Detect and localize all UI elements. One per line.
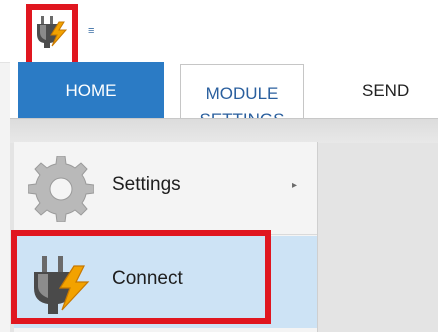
plug-lightning-icon [37, 16, 68, 48]
menu-list: Settings ▸ Connect [14, 142, 318, 332]
menu-item-settings[interactable]: Settings ▸ [14, 142, 317, 234]
menu-item-connect-label: Connect [112, 268, 183, 289]
plug-lightning-icon [34, 256, 90, 314]
application-menu: Settings ▸ Connect [10, 118, 438, 332]
tab-home[interactable]: HOME [18, 62, 164, 118]
tab-module-label: MODULE [205, 84, 279, 103]
quick-access-toolbar: ≡ [0, 0, 438, 63]
menu-divider [14, 234, 317, 235]
menu-item-settings-label: Settings [112, 174, 181, 195]
tab-module-sublabel: SETTINGS [181, 107, 303, 118]
customize-toolbar-icon[interactable]: ≡ [88, 26, 98, 37]
tab-send[interactable]: SEND [328, 62, 438, 118]
gear-icon [28, 156, 94, 222]
menu-top-strip [10, 118, 438, 143]
app-menu-button[interactable] [32, 10, 72, 50]
menu-item-connect[interactable]: Connect [14, 236, 317, 328]
ribbon-tabs: HOME MODULE SETTINGS SEND [10, 62, 438, 118]
submenu-arrow-icon: ▸ [292, 180, 298, 191]
tab-module-settings[interactable]: MODULE SETTINGS [180, 64, 304, 118]
tab-send-label: SEND [362, 81, 410, 100]
